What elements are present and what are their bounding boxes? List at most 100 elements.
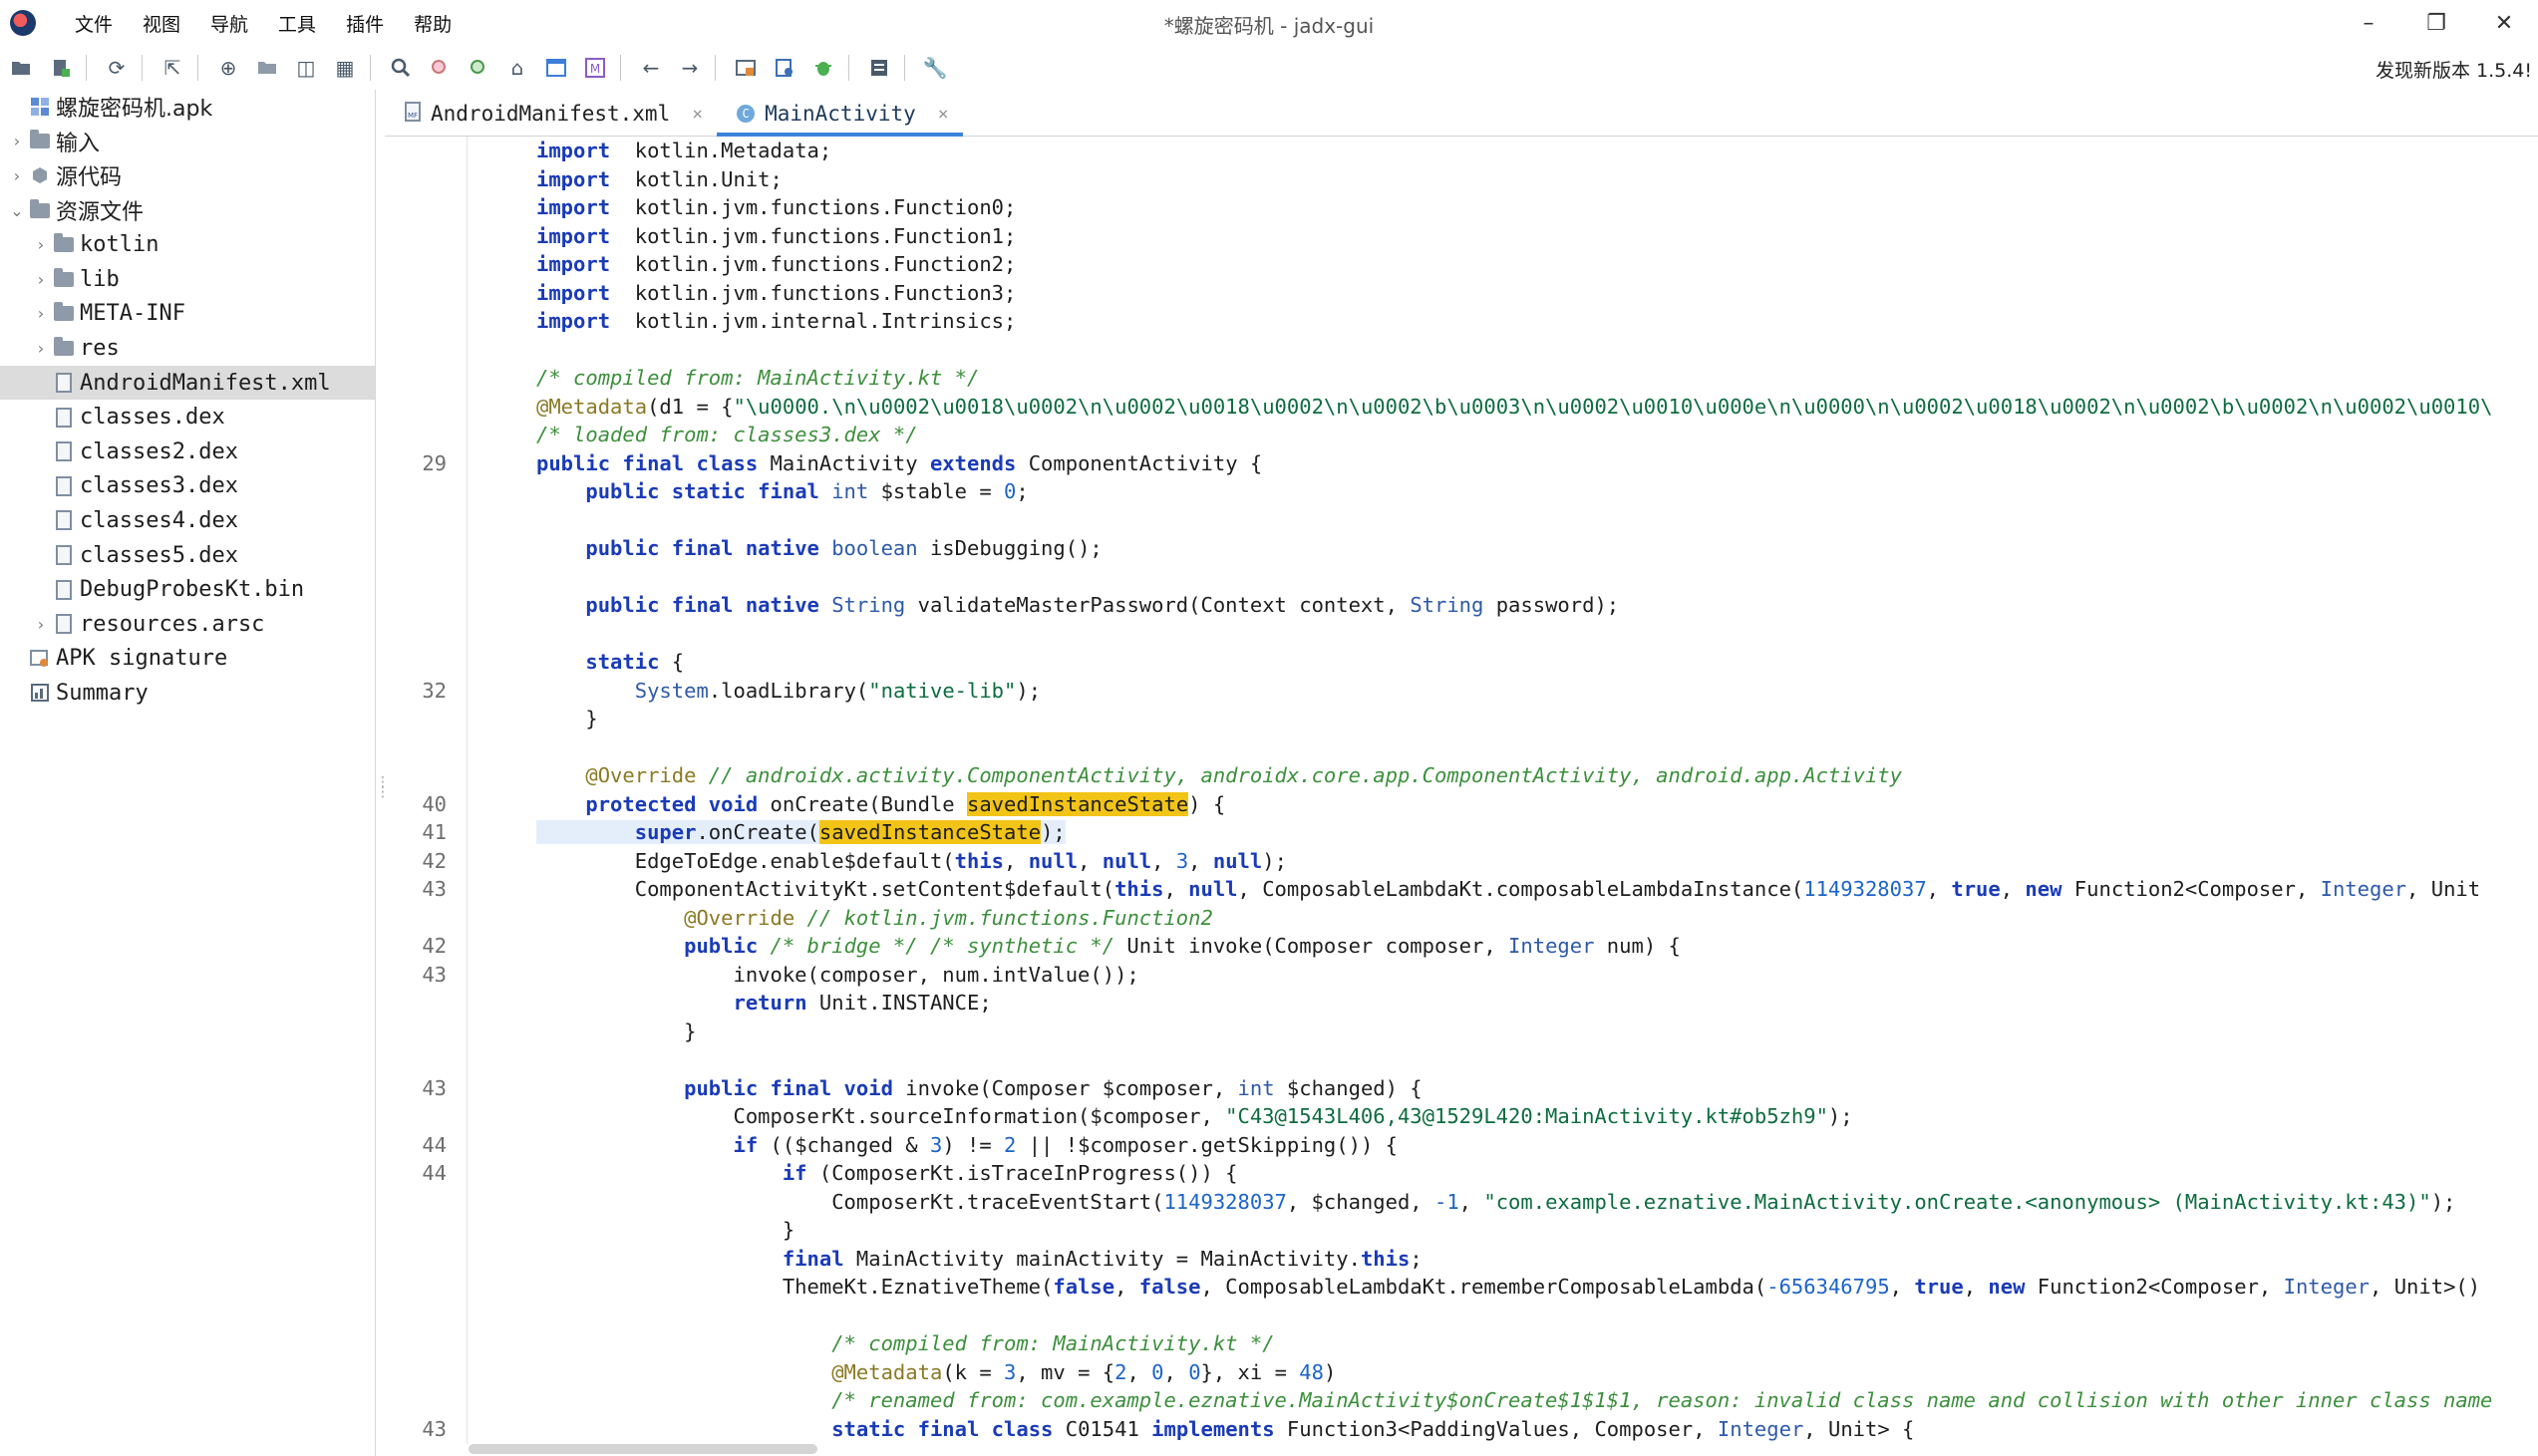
tree-item-label: res: [80, 335, 120, 361]
tree-item[interactable]: Summary: [0, 676, 375, 711]
code-text: ThemeKt.EznativeTheme(false, false, Comp…: [536, 1275, 2480, 1299]
expand-chevron-icon[interactable]: ›: [32, 304, 50, 323]
tree-item[interactable]: 螺旋密码机.apk: [0, 90, 375, 125]
code-token: Integer: [1717, 1416, 1804, 1441]
expand-chevron-icon[interactable]: ›: [32, 270, 50, 289]
code-line: import kotlin.jvm.functions.Function2;: [385, 250, 2538, 279]
split-view-icon[interactable]: ◫: [289, 51, 323, 85]
table-icon[interactable]: ▦: [328, 51, 362, 85]
toolbar-separator: [848, 55, 849, 81]
manifest-tab-icon: MF: [405, 102, 421, 126]
expand-chevron-icon[interactable]: ›: [32, 235, 50, 254]
tab-close-icon[interactable]: ×: [938, 104, 949, 125]
menu-file[interactable]: 文件: [60, 10, 128, 37]
tree-item[interactable]: AndroidManifest.xml: [0, 365, 375, 401]
summary-icon: [30, 683, 50, 703]
code-line: public final native boolean isDebugging(…: [385, 534, 2538, 563]
code-line: import kotlin.Unit;: [385, 165, 2538, 194]
code-token: .onCreate(: [696, 820, 819, 845]
horizontal-scrollbar[interactable]: [469, 1444, 817, 1454]
close-window-button[interactable]: ✕: [2470, 0, 2538, 46]
code-token: );: [1041, 820, 1066, 845]
code-text: static {: [536, 650, 684, 674]
tree-item[interactable]: classes4.dex: [0, 503, 375, 538]
find-text-icon[interactable]: [462, 51, 495, 85]
menu-tools[interactable]: 工具: [263, 10, 331, 37]
debug-icon[interactable]: [806, 51, 840, 85]
expand-chevron-icon[interactable]: ›: [32, 339, 50, 358]
tree-item-label: classes3.dex: [80, 473, 238, 499]
code-line: /* compiled from: MainActivity.kt */: [385, 364, 2538, 393]
tab-androidmanifest[interactable]: MF AndroidManifest.xml ×: [385, 92, 717, 136]
menu-help[interactable]: 帮助: [399, 10, 467, 37]
code-text: ComposerKt.sourceInformation($composer, …: [536, 1104, 1852, 1128]
tree-item[interactable]: classes3.dex: [0, 469, 375, 504]
code-token: MainActivity mainActivity = MainActivity…: [843, 1246, 1361, 1271]
menu-plugins[interactable]: 插件: [331, 10, 399, 37]
tree-item[interactable]: › 源代码: [0, 158, 375, 193]
code-token: Integer: [2283, 1275, 2371, 1300]
code-token: new: [1988, 1275, 2026, 1300]
export-icon[interactable]: ⇱: [156, 51, 189, 85]
tree-item[interactable]: › resources.arsc: [0, 607, 375, 642]
code-token: num) {: [1594, 934, 1681, 959]
dex-file-icon: [54, 475, 74, 496]
tree-item[interactable]: › kotlin: [0, 227, 375, 262]
back-arrow-icon[interactable]: ←: [634, 51, 668, 85]
project-tree: 螺旋密码机.apk › 输入 › 源代码 ⌄ 资源文件 › kotlin › lib › META-IN…: [0, 90, 376, 1456]
expand-chevron-icon[interactable]: ›: [32, 615, 50, 634]
tree-item-label: classes4.dex: [80, 507, 238, 533]
forward-arrow-icon[interactable]: →: [673, 51, 707, 85]
code-token: ,: [1163, 1359, 1189, 1384]
minimize-button[interactable]: –: [2335, 0, 2402, 46]
log-icon[interactable]: [862, 51, 896, 85]
tree-item[interactable]: › 输入: [0, 125, 375, 159]
line-number: 42: [422, 934, 447, 959]
decompile-all-icon[interactable]: ⊕: [211, 51, 245, 85]
tree-item[interactable]: classes.dex: [0, 400, 375, 435]
tree-item[interactable]: › lib: [0, 262, 375, 297]
tree-item[interactable]: › res: [0, 331, 375, 366]
code-editor[interactable]: import kotlin.Metadata; import kotlin.Uni…: [385, 137, 2538, 1444]
bookmark-icon[interactable]: [768, 51, 801, 85]
code-token: ,: [1004, 848, 1029, 873]
expand-chevron-icon[interactable]: ›: [8, 132, 26, 150]
collapse-chevron-icon[interactable]: ⌄: [8, 201, 26, 220]
tree-item[interactable]: classes2.dex: [0, 435, 375, 469]
tree-item[interactable]: DebugProbesKt.bin: [0, 572, 375, 607]
code-token: ;: [1410, 1246, 1423, 1271]
code-line: @Metadata(k = 3, mv = {2, 0, 0}, xi = 48…: [385, 1358, 2538, 1387]
expand-chevron-icon[interactable]: ›: [8, 166, 26, 185]
menu-view[interactable]: 视图: [128, 10, 195, 37]
restore-button[interactable]: ❐: [2402, 0, 2470, 46]
tree-item[interactable]: › META-INF: [0, 297, 375, 332]
menu-navigation[interactable]: 导航: [195, 10, 263, 37]
tab-close-icon[interactable]: ×: [692, 104, 703, 125]
home-icon[interactable]: ⌂: [500, 51, 534, 85]
tab-mainactivity[interactable]: C MainActivity ×: [717, 92, 963, 137]
dex-file-icon: [54, 407, 74, 428]
sync-icon[interactable]: ⟳: [100, 51, 134, 85]
window-icon[interactable]: [539, 51, 573, 85]
find-usage-icon[interactable]: [423, 51, 457, 85]
open-folder-icon[interactable]: [250, 51, 284, 85]
tree-item[interactable]: classes5.dex: [0, 538, 375, 573]
open-file-icon[interactable]: [5, 51, 39, 85]
add-files-icon[interactable]: [44, 51, 78, 85]
panel-splitter[interactable]: ⋮ ⋮: [376, 775, 390, 807]
update-notice[interactable]: 发现新版本 1.5.4!: [2376, 56, 2532, 83]
tree-item[interactable]: ⌄ 资源文件: [0, 193, 375, 228]
mapping-icon[interactable]: M: [578, 51, 612, 85]
tree-item[interactable]: APK signature: [0, 642, 375, 677]
code-token: $stable =: [868, 479, 1005, 504]
title-bar: 文件 视图 导航 工具 插件 帮助 *螺旋密码机 - jadx-gui – ❐ …: [0, 0, 2538, 46]
settings-wrench-icon[interactable]: 🔧: [918, 51, 952, 85]
tree-item-label: AndroidManifest.xml: [80, 370, 331, 396]
tree-icon[interactable]: [729, 51, 763, 85]
search-icon[interactable]: [384, 51, 418, 85]
